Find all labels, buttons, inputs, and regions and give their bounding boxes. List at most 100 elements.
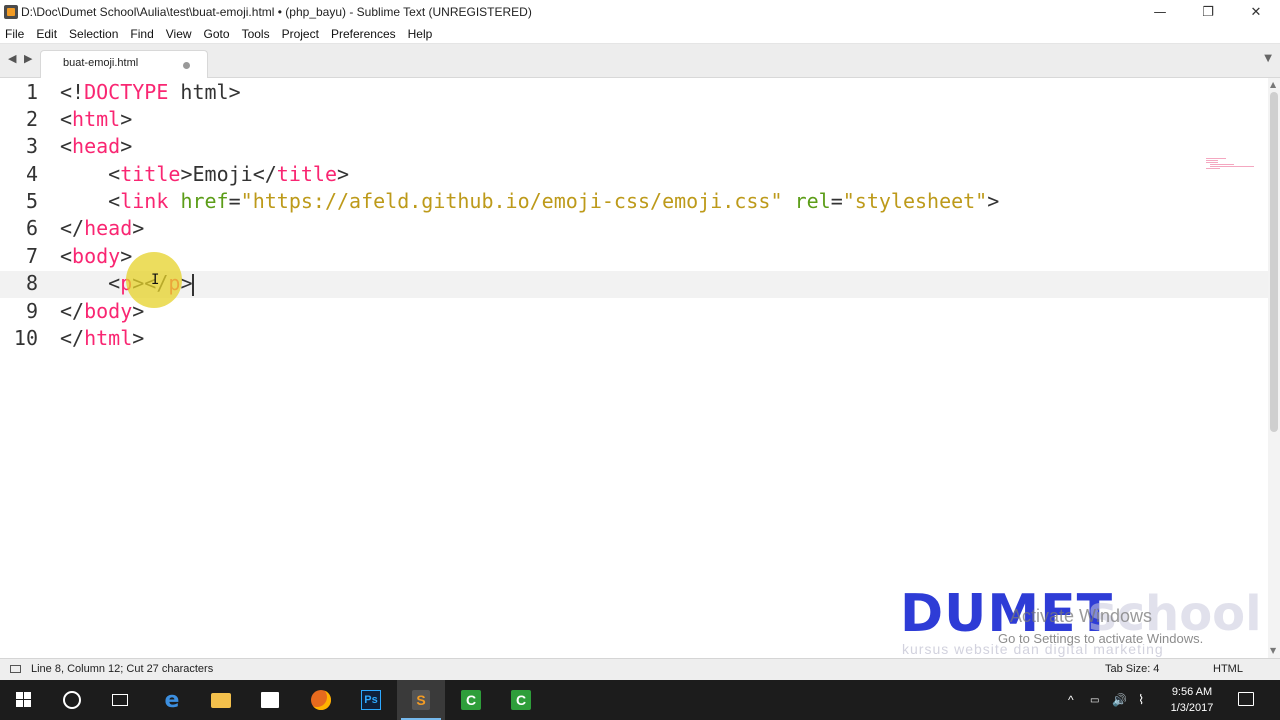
code-line[interactable]: <title>Emoji</title> [60, 162, 349, 189]
code-line[interactable]: </head> [60, 216, 144, 243]
battery-icon[interactable]: ▭ [1090, 680, 1099, 720]
tab-size-status[interactable]: Tab Size: 4 [1105, 663, 1159, 675]
code-line[interactable]: <body> [60, 244, 132, 271]
text-caret [192, 273, 195, 296]
code-token: body [84, 299, 133, 323]
code-token: > [180, 271, 193, 295]
status-bar: Line 8, Column 12; Cut 27 characters Tab… [0, 658, 1280, 681]
tray-chevron-icon[interactable]: ^ [1068, 680, 1074, 720]
taskbar-camtasia-1[interactable]: C [447, 680, 495, 720]
menu-preferences[interactable]: Preferences [325, 27, 402, 41]
code-line[interactable]: <!DOCTYPE html> [60, 80, 241, 107]
photoshop-icon: Ps [361, 690, 381, 710]
code-line[interactable]: </body> [60, 299, 144, 326]
code-token: title [120, 162, 181, 186]
cortana-circle-icon [63, 691, 81, 709]
taskbar-file-explorer[interactable] [197, 680, 245, 720]
panel-toggle-icon[interactable] [10, 665, 21, 673]
code-token: <! [60, 80, 85, 104]
tab-back-arrow-icon[interactable]: ◀ [8, 52, 16, 65]
code-token: rel [794, 189, 831, 213]
task-view-icon [112, 694, 128, 706]
syntax-status[interactable]: HTML [1213, 663, 1243, 675]
maximize-button[interactable]: ❐ [1184, 0, 1232, 24]
scroll-thumb[interactable] [1270, 92, 1278, 432]
scroll-up-arrow-icon[interactable]: ▲ [1270, 80, 1276, 89]
line-number: 2 [25, 107, 38, 131]
tab-list-dropdown-icon[interactable]: ▼ [1264, 53, 1272, 64]
edge-browser-icon: e [164, 687, 180, 713]
clock-date: 1/3/2017 [1170, 702, 1214, 714]
code-token: < [60, 107, 73, 131]
taskbar-edge[interactable]: e [148, 680, 196, 720]
line-number: 5 [25, 189, 38, 213]
code-token: html [84, 326, 133, 350]
clock-time: 9:56 AM [1171, 686, 1213, 698]
line-number: 8 [25, 271, 38, 295]
cortana-button[interactable] [48, 680, 96, 720]
code-token: > [132, 216, 145, 240]
menu-file[interactable]: File [0, 27, 30, 41]
vertical-scrollbar[interactable]: ▲ ▼ [1268, 78, 1280, 658]
cursor-position-status: Line 8, Column 12; Cut 27 characters [31, 663, 214, 675]
window-controls: — ❐ ✕ [1136, 0, 1280, 24]
code-token: "stylesheet" [842, 189, 988, 213]
code-line[interactable]: <head> [60, 134, 132, 161]
code-token: body [72, 244, 121, 268]
code-token: > [120, 107, 133, 131]
code-token: > [987, 189, 1000, 213]
taskbar-firefox[interactable] [297, 680, 345, 720]
close-button[interactable]: ✕ [1232, 0, 1280, 24]
taskbar-camtasia-2[interactable]: C [497, 680, 545, 720]
code-token: = [830, 189, 843, 213]
activate-windows-subtitle: Go to Settings to activate Windows. [998, 631, 1204, 646]
task-view-button[interactable] [96, 680, 144, 720]
code-token: </ [60, 299, 85, 323]
code-token: < [60, 244, 73, 268]
code-line[interactable]: <html> [60, 107, 132, 134]
code-token: </ [60, 326, 85, 350]
code-token: < [108, 189, 121, 213]
minimize-button[interactable]: — [1136, 0, 1184, 24]
tab-buat-emoji[interactable]: buat-emoji.html [40, 50, 208, 78]
tab-forward-arrow-icon[interactable]: ▶ [24, 52, 32, 65]
unsaved-dot-icon[interactable] [183, 62, 190, 69]
code-token: > [180, 162, 193, 186]
taskbar-clock[interactable]: 9:56 AM 1/3/2017 [1160, 684, 1224, 716]
line-number: 9 [25, 299, 38, 323]
activate-windows-title: Activate Windows [1010, 606, 1153, 626]
menu-goto[interactable]: Goto [198, 27, 236, 41]
wifi-icon[interactable]: ⌇ [1138, 680, 1144, 720]
volume-icon[interactable]: 🔊 [1112, 680, 1127, 720]
menu-edit[interactable]: Edit [30, 27, 63, 41]
minimap[interactable] [1206, 158, 1256, 170]
menu-project[interactable]: Project [276, 27, 325, 41]
code-token: < [108, 271, 121, 295]
code-token: title [276, 162, 338, 186]
action-center-icon[interactable] [1238, 692, 1254, 706]
code-token: link [120, 189, 169, 213]
code-editor[interactable]: 1 2 3 4 5 6 7 8 9 10 <!DOCTYPE html> <htm… [0, 78, 1268, 658]
code-line[interactable]: </html> [60, 326, 144, 353]
code-token: > [228, 80, 241, 104]
taskbar-store[interactable] [246, 680, 294, 720]
scroll-down-arrow-icon[interactable]: ▼ [1270, 646, 1276, 655]
start-button[interactable] [0, 680, 48, 720]
line-number: 7 [25, 244, 38, 268]
code-token: > [337, 162, 350, 186]
menu-help[interactable]: Help [402, 27, 439, 41]
code-line[interactable]: <link href="https://afeld.github.io/emoj… [60, 189, 999, 216]
taskbar-sublime-text[interactable]: S [397, 680, 445, 720]
menu-bar: File Edit Selection Find View Goto Tools… [0, 24, 1280, 44]
menu-tools[interactable]: Tools [236, 27, 276, 41]
camtasia-recorder-icon: C [511, 690, 531, 710]
menu-selection[interactable]: Selection [63, 27, 124, 41]
menu-view[interactable]: View [160, 27, 198, 41]
taskbar-photoshop[interactable]: Ps [347, 680, 395, 720]
tab-bar: ◀ ▶ buat-emoji.html ▼ [0, 44, 1280, 78]
menu-find[interactable]: Find [124, 27, 159, 41]
line-number: 1 [25, 80, 38, 104]
